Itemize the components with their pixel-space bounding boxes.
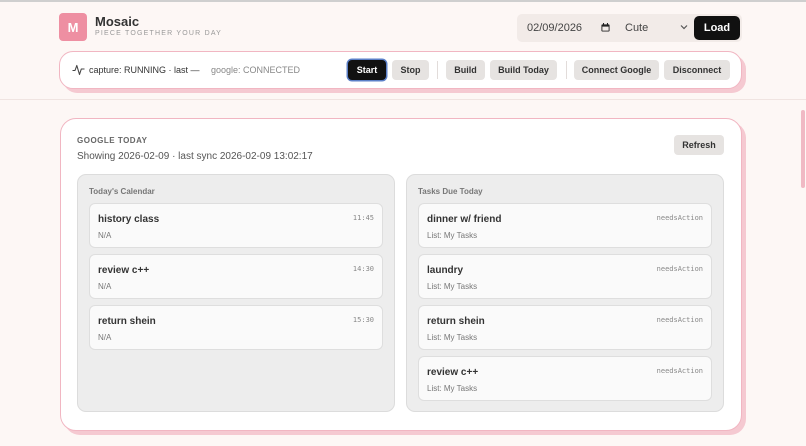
calendar-icon[interactable] — [601, 23, 610, 32]
task-item[interactable]: laundry List: My Tasks needsAction — [418, 254, 712, 299]
task-item[interactable]: review c++ List: My Tasks needsAction — [418, 356, 712, 401]
event-title: return shein — [98, 316, 156, 327]
calendar-event[interactable]: review c++ N/A 14:30 — [89, 254, 383, 299]
section-label: GOOGLE TODAY — [77, 136, 148, 145]
divider — [437, 61, 438, 79]
build-today-button[interactable]: Build Today — [490, 60, 557, 80]
header-controls: 02/09/2026 Cute Load — [517, 14, 742, 42]
tasks-panel: Tasks Due Today dinner w/ friend List: M… — [406, 174, 724, 412]
task-status: needsAction — [656, 214, 703, 222]
event-location: N/A — [98, 282, 112, 291]
task-list: List: My Tasks — [427, 282, 478, 291]
task-status: needsAction — [656, 316, 703, 324]
control-bar: capture: RUNNING · last — google: CONNEC… — [59, 51, 742, 89]
task-title: review c++ — [427, 367, 479, 378]
google-today-card: GOOGLE TODAY Showing 2026-02-09 · last s… — [60, 118, 742, 431]
app-tagline: PIECE TOGETHER YOUR DAY — [95, 30, 223, 37]
disconnect-button[interactable]: Disconnect — [664, 60, 730, 80]
date-input[interactable]: 02/09/2026 — [527, 22, 582, 34]
calendar-panel-title: Today's Calendar — [89, 187, 155, 196]
task-status: needsAction — [656, 367, 703, 375]
task-title: laundry — [427, 265, 464, 276]
task-status: needsAction — [656, 265, 703, 273]
stop-button[interactable]: Stop — [392, 60, 429, 80]
tasks-panel-title: Tasks Due Today — [418, 187, 483, 196]
event-time: 14:30 — [352, 265, 374, 273]
theme-select[interactable]: Cute — [625, 22, 648, 34]
event-location: N/A — [98, 333, 112, 342]
task-item[interactable]: return shein List: My Tasks needsAction — [418, 305, 712, 350]
event-location: N/A — [98, 231, 112, 240]
task-list: List: My Tasks — [427, 231, 478, 240]
event-time: 11:45 — [352, 214, 374, 222]
task-item[interactable]: dinner w/ friend List: My Tasks needsAct… — [418, 203, 712, 248]
calendar-panel: Today's Calendar history class N/A 11:45… — [77, 174, 395, 412]
header-divider — [0, 99, 806, 100]
logo: M — [59, 13, 87, 41]
connect-google-button[interactable]: Connect Google — [574, 60, 659, 80]
divider — [566, 61, 567, 79]
page-scrollbar[interactable] — [801, 110, 805, 188]
task-list: List: My Tasks — [427, 333, 478, 342]
event-title: review c++ — [98, 265, 150, 276]
task-title: return shein — [427, 316, 485, 327]
task-title: dinner w/ friend — [427, 214, 502, 225]
google-status: google: CONNECTED — [211, 65, 301, 75]
sync-status: Showing 2026-02-09 · last sync 2026-02-0… — [77, 151, 313, 162]
app-title: Mosaic — [95, 14, 140, 29]
refresh-button[interactable]: Refresh — [674, 135, 724, 155]
event-title: history class — [98, 214, 160, 225]
calendar-event[interactable]: history class N/A 11:45 — [89, 203, 383, 248]
load-button[interactable]: Load — [694, 16, 740, 40]
activity-icon — [72, 64, 85, 76]
calendar-event[interactable]: return shein N/A 15:30 — [89, 305, 383, 350]
event-time: 15:30 — [352, 316, 374, 324]
start-button[interactable]: Start — [348, 60, 386, 80]
task-list: List: My Tasks — [427, 384, 478, 393]
build-button[interactable]: Build — [446, 60, 485, 80]
chevron-down-icon[interactable] — [680, 24, 688, 30]
capture-status: capture: RUNNING · last — — [89, 65, 200, 75]
